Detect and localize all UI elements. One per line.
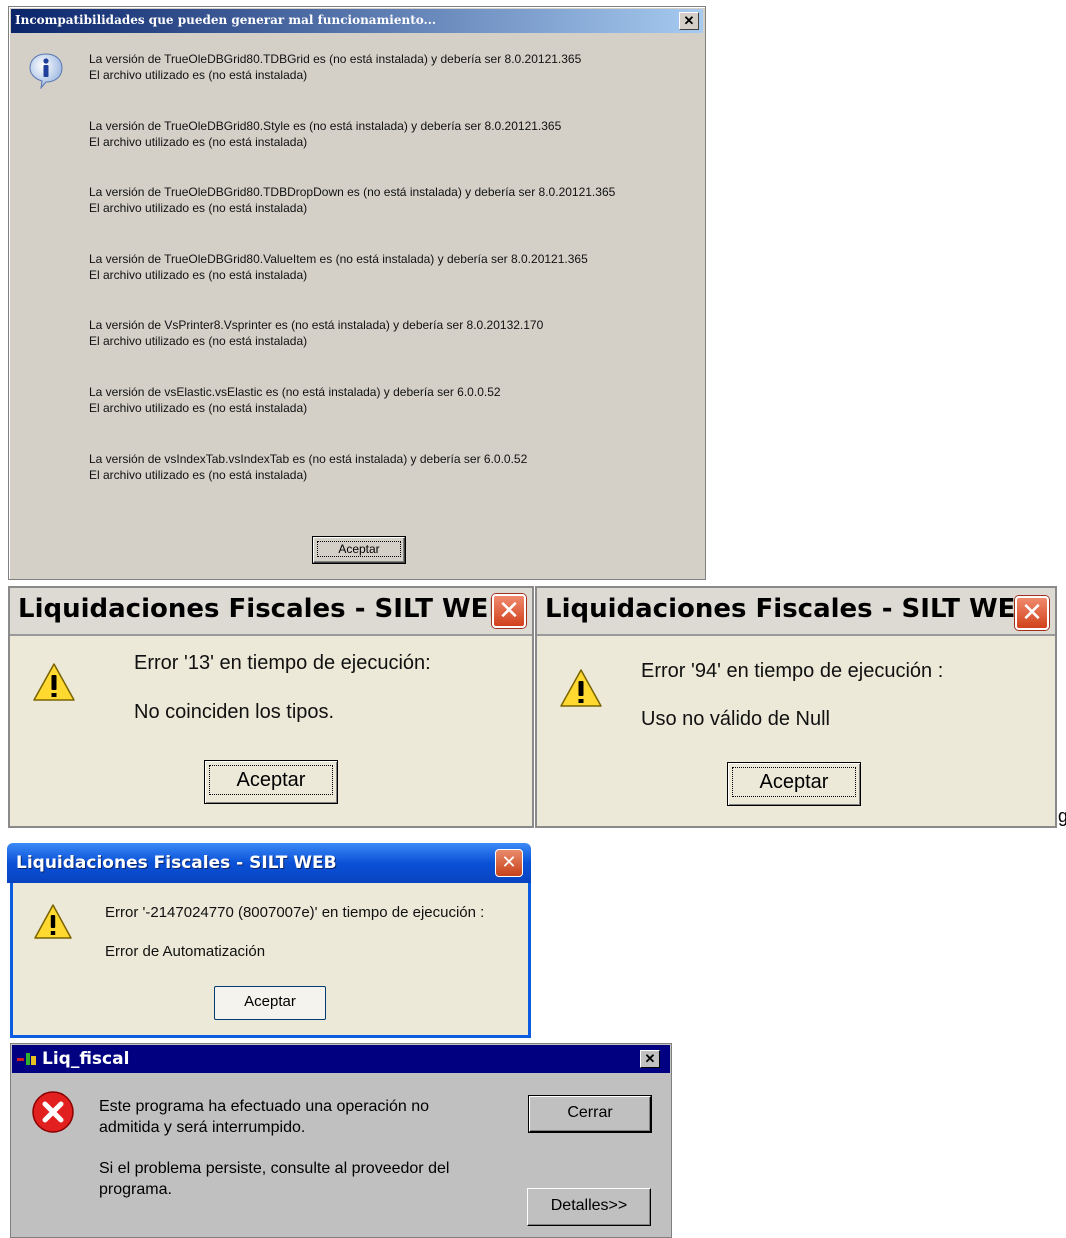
accept-button[interactable]: Aceptar — [204, 760, 338, 804]
compat-msg-4-line2: El archivo utilizado es (no está instala… — [89, 268, 308, 282]
compat-msg-6-line2: El archivo utilizado es (no está instala… — [89, 401, 308, 415]
close-icon[interactable]: ✕ — [492, 594, 526, 628]
automation-error-line1: Error '-2147024770 (8007007e)' en tiempo… — [105, 904, 485, 921]
compat-msg-2-line1: La versión de TrueOleDBGrid80.Style es (… — [89, 119, 562, 133]
accept-button-label: Aceptar — [732, 767, 856, 797]
crash-dialog-titlebar[interactable]: Liq_fiscal ✕ — [12, 1045, 670, 1073]
crash-message-2-line1: Si el problema persiste, consulte al pro… — [99, 1160, 450, 1177]
error13-line1: Error '13' en tiempo de ejecución: — [134, 652, 431, 674]
warning-icon — [34, 904, 72, 939]
accept-button-label: Aceptar — [209, 765, 333, 795]
compat-dialog: Incompatibilidades que pueden generar ma… — [8, 6, 706, 580]
automation-error-line2: Error de Automatización — [105, 943, 266, 960]
compat-msg-1-line2: El archivo utilizado es (no está instala… — [89, 68, 308, 82]
close-icon[interactable]: ✕ — [1015, 596, 1049, 630]
compat-msg-4-line1: La versión de TrueOleDBGrid80.ValueItem … — [89, 252, 588, 266]
accept-button[interactable]: Aceptar — [214, 986, 326, 1020]
compat-msg-3-line2: El archivo utilizado es (no está instala… — [89, 201, 308, 215]
crash-message-1-line2: admitida y será interrumpido. — [99, 1119, 306, 1136]
close-icon[interactable]: ✕ — [679, 12, 699, 30]
compat-msg-5-line1: La versión de VsPrinter8.Vsprinter es (n… — [89, 318, 544, 332]
crash-message-1-line1: Este programa ha efectuado una operación… — [99, 1098, 430, 1115]
error13-dialog: Liquidaciones Fiscales - SILT WEB ✕ Erro… — [8, 586, 534, 828]
crash-dialog-title: Liq_fiscal — [42, 1049, 130, 1069]
error94-title: Liquidaciones Fiscales - SILT WEB — [545, 594, 1036, 624]
error-icon — [32, 1091, 74, 1133]
compat-msg-7-line2: El archivo utilizado es (no está instala… — [89, 468, 308, 482]
accept-button-label: Aceptar — [317, 541, 401, 557]
automation-error-titlebar[interactable]: Liquidaciones Fiscales - SILT WEB ✕ — [7, 843, 531, 883]
error94-titlebar[interactable]: Liquidaciones Fiscales - SILT WEB ✕ — [537, 588, 1055, 636]
compat-msg-2-line2: El archivo utilizado es (no está instala… — [89, 135, 308, 149]
info-icon — [29, 53, 63, 89]
error13-title: Liquidaciones Fiscales - SILT WEB — [18, 594, 509, 624]
warning-icon — [560, 669, 602, 707]
compat-msg-1-line1: La versión de TrueOleDBGrid80.TDBGrid es… — [89, 52, 582, 66]
app-icon — [17, 1053, 36, 1065]
close-button[interactable]: Cerrar — [529, 1096, 651, 1132]
accept-button[interactable]: Aceptar — [727, 762, 861, 806]
automation-error-title: Liquidaciones Fiscales - SILT WEB — [16, 853, 337, 873]
crash-dialog: Liq_fiscal ✕ Este programa ha efectuado … — [10, 1043, 672, 1238]
compat-dialog-titlebar[interactable]: Incompatibilidades que pueden generar ma… — [11, 9, 703, 33]
close-icon[interactable]: ✕ — [495, 849, 523, 877]
crash-message-2-line2: programa. — [99, 1181, 172, 1198]
error94-dialog: Liquidaciones Fiscales - SILT WEB ✕ Erro… — [535, 586, 1057, 828]
close-icon[interactable]: ✕ — [640, 1050, 660, 1068]
error94-line1: Error '94' en tiempo de ejecución : — [641, 660, 944, 682]
compat-msg-6-line1: La versión de vsElastic.vsElastic es (no… — [89, 385, 501, 399]
details-button[interactable]: Detalles>> — [527, 1188, 651, 1226]
compat-dialog-title: Incompatibilidades que pueden generar ma… — [15, 13, 437, 27]
compat-msg-7-line1: La versión de vsIndexTab.vsIndexTab es (… — [89, 452, 528, 466]
automation-error-dialog: Error '-2147024770 (8007007e)' en tiempo… — [10, 883, 531, 1038]
warning-icon — [33, 663, 75, 701]
error13-line2: No coinciden los tipos. — [134, 701, 335, 723]
crash-message-1: Este programa ha efectuado una operación… — [99, 1096, 429, 1138]
error13-titlebar[interactable]: Liquidaciones Fiscales - SILT WEB ✕ — [10, 588, 532, 636]
stray-text: g — [1058, 806, 1066, 826]
accept-button[interactable]: Aceptar — [313, 537, 405, 563]
error94-line2: Uso no válido de Null — [641, 708, 830, 730]
compat-msg-3-line1: La versión de TrueOleDBGrid80.TDBDropDow… — [89, 185, 616, 199]
compat-msg-5-line2: El archivo utilizado es (no está instala… — [89, 334, 308, 348]
crash-message-2: Si el problema persiste, consulte al pro… — [99, 1158, 449, 1200]
